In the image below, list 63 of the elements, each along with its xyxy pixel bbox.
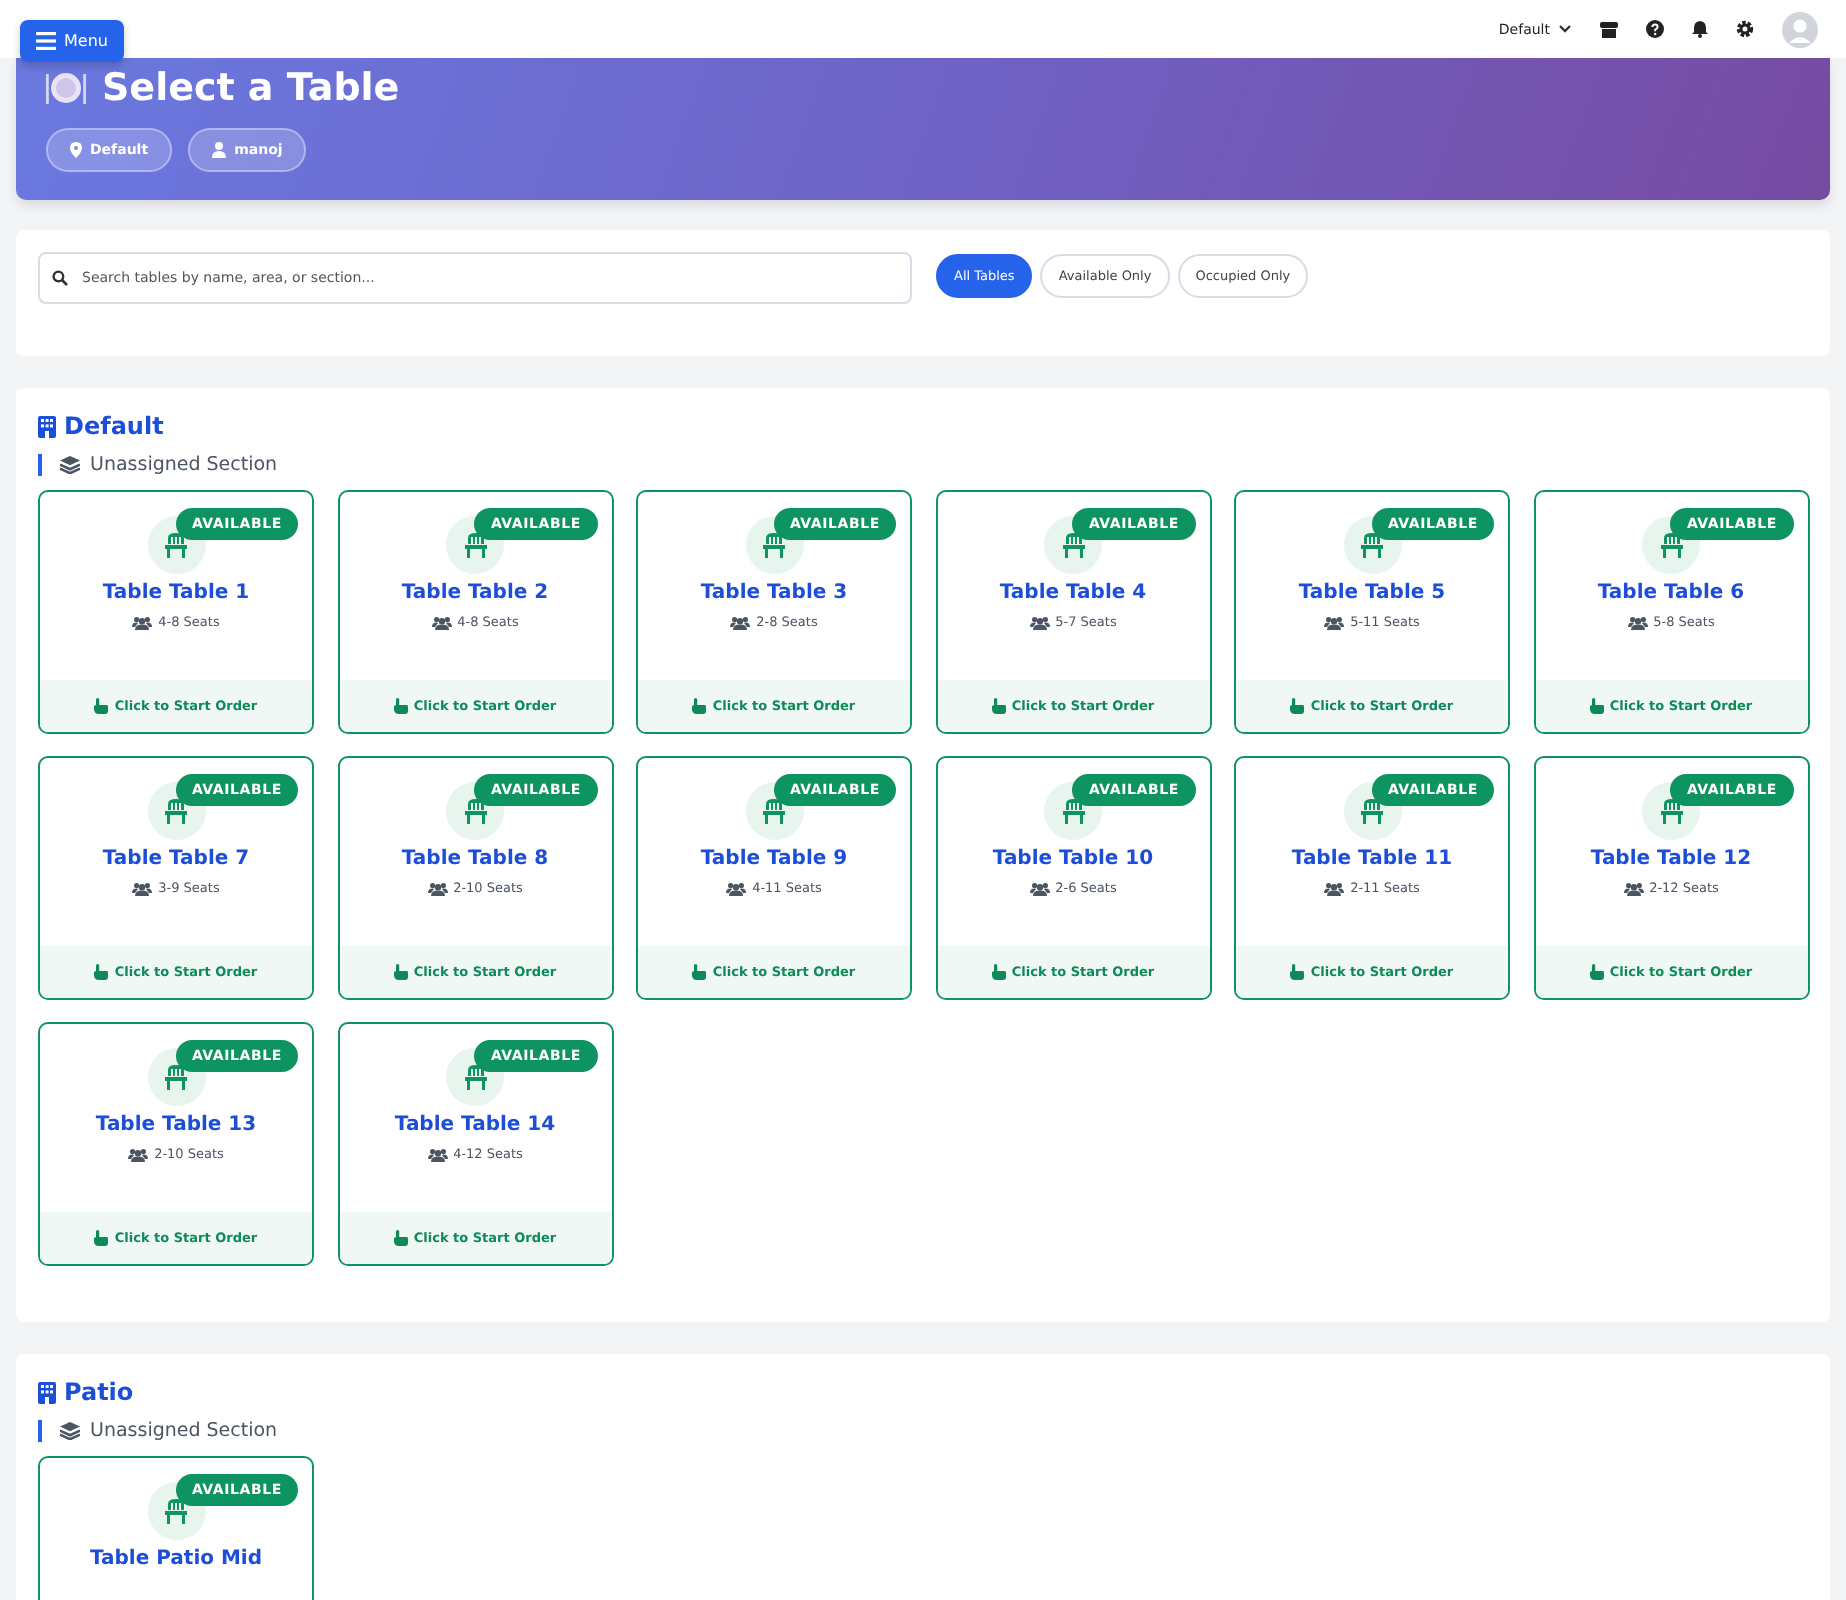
search-icon bbox=[52, 270, 68, 286]
pointer-hand-icon bbox=[94, 698, 109, 714]
table-name: Table Table 3 bbox=[700, 582, 848, 604]
users-icon bbox=[431, 615, 452, 629]
area-title: Default bbox=[64, 412, 164, 440]
table-name: Table Table 5 bbox=[1298, 582, 1446, 604]
pointer-hand-icon bbox=[1290, 964, 1305, 980]
table-name: Table Table 1 bbox=[102, 582, 250, 604]
menu-button[interactable]: Menu bbox=[20, 20, 124, 62]
section-title: Unassigned Section bbox=[90, 1420, 278, 1442]
users-icon bbox=[1627, 615, 1648, 629]
area-title: Patio bbox=[64, 1378, 134, 1406]
menu-icon bbox=[36, 32, 56, 50]
pointer-hand-icon bbox=[1589, 964, 1604, 980]
pointer-hand-icon bbox=[692, 698, 707, 714]
map-pin-icon bbox=[70, 142, 82, 158]
table-name: Table Patio Mid bbox=[89, 1548, 263, 1570]
users-icon bbox=[427, 881, 448, 895]
pointer-hand-icon bbox=[692, 964, 707, 980]
table-name: Table Table 6 bbox=[1597, 582, 1745, 604]
users-icon bbox=[1029, 615, 1050, 629]
layers-icon bbox=[60, 456, 80, 474]
users-icon bbox=[1029, 881, 1050, 895]
users-icon bbox=[132, 615, 153, 629]
building-icon bbox=[38, 1381, 56, 1403]
pointer-hand-icon bbox=[1589, 698, 1604, 714]
plate-icon bbox=[46, 70, 86, 106]
table-name: Table Table 11 bbox=[1291, 848, 1453, 870]
table-name: Table Table 7 bbox=[102, 848, 250, 870]
users-icon bbox=[427, 1147, 448, 1161]
pointer-hand-icon bbox=[393, 964, 408, 980]
pointer-hand-icon bbox=[393, 698, 408, 714]
table-name: Table Table 2 bbox=[401, 582, 549, 604]
page-title: Select a Table bbox=[102, 66, 400, 110]
table-name: Table Table 9 bbox=[700, 848, 848, 870]
pointer-hand-icon bbox=[94, 964, 109, 980]
users-icon bbox=[726, 881, 747, 895]
table-name: Table Table 12 bbox=[1590, 848, 1752, 870]
pointer-hand-icon bbox=[991, 964, 1006, 980]
users-icon bbox=[1623, 881, 1644, 895]
table-name: Table Table 10 bbox=[992, 848, 1154, 870]
pointer-hand-icon bbox=[393, 1230, 408, 1246]
table-name: Table Table 13 bbox=[95, 1114, 257, 1136]
users-icon bbox=[128, 1147, 149, 1161]
pointer-hand-icon bbox=[94, 1230, 109, 1246]
help-icon[interactable] bbox=[1646, 20, 1664, 38]
building-icon bbox=[38, 415, 56, 437]
users-icon bbox=[1324, 881, 1345, 895]
bell-icon[interactable] bbox=[1692, 20, 1708, 38]
user-icon bbox=[212, 142, 227, 158]
table-name: Table Table 14 bbox=[394, 1114, 556, 1136]
users-icon bbox=[132, 881, 153, 895]
pointer-hand-icon bbox=[991, 698, 1006, 714]
table-name: Table Table 4 bbox=[999, 582, 1147, 604]
section-title: Unassigned Section bbox=[90, 454, 278, 476]
table-name: Table Table 8 bbox=[401, 848, 549, 870]
users-icon bbox=[1324, 615, 1345, 629]
store-icon[interactable] bbox=[1600, 21, 1618, 37]
pointer-hand-icon bbox=[1290, 698, 1305, 714]
chevron-down-icon bbox=[1558, 24, 1572, 34]
users-icon bbox=[730, 615, 751, 629]
layers-icon bbox=[60, 1422, 80, 1440]
settings-icon[interactable] bbox=[1736, 20, 1754, 38]
